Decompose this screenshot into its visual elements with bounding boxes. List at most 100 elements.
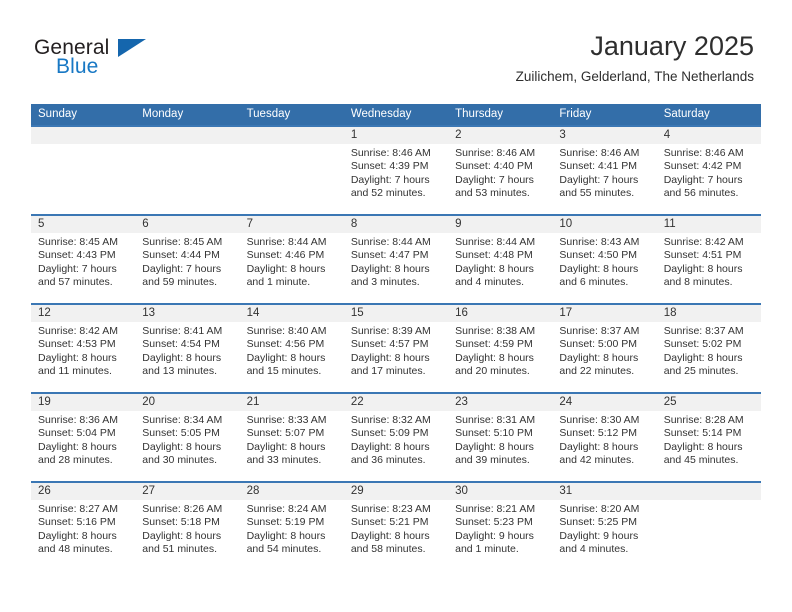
day-cell[interactable]: 17 Sunrise: 8:37 AM Sunset: 5:00 PM Dayligh… [552, 305, 657, 392]
daylight-text-line1: Daylight: 7 hours [350, 173, 430, 186]
day-details [31, 144, 135, 147]
daylight-text-line2: and 58 minutes. [350, 543, 426, 556]
day-cell[interactable]: 30 Sunrise: 8:21 AM Sunset: 5:23 PM Dayligh… [448, 483, 553, 570]
day-cell[interactable]: 24 Sunrise: 8:30 AM Sunset: 5:12 PM Dayligh… [552, 394, 657, 481]
day-cell[interactable]: 22 Sunrise: 8:32 AM Sunset: 5:09 PM Dayligh… [343, 394, 449, 481]
day-number: 27 [135, 483, 240, 500]
day-cell[interactable] [135, 127, 240, 214]
day-details: Sunrise: 8:42 AM Sunset: 4:51 PM Daylight:… [657, 233, 761, 290]
daylight-text-line1: Daylight: 8 hours [663, 440, 743, 453]
day-cell[interactable]: 11 Sunrise: 8:42 AM Sunset: 4:51 PM Dayligh… [656, 216, 761, 303]
day-cell[interactable]: 14 Sunrise: 8:40 AM Sunset: 4:56 PM Dayligh… [239, 305, 344, 392]
day-number: 26 [31, 483, 136, 500]
day-number: 11 [656, 216, 761, 233]
day-cell[interactable]: 16 Sunrise: 8:38 AM Sunset: 4:59 PM Dayligh… [448, 305, 553, 392]
day-details [240, 144, 344, 147]
daylight-text-line2: and 15 minutes. [246, 365, 322, 378]
day-cell[interactable]: 12 Sunrise: 8:42 AM Sunset: 4:53 PM Dayligh… [31, 305, 136, 392]
day-details: Sunrise: 8:23 AM Sunset: 5:21 PM Daylight:… [344, 500, 448, 557]
general-blue-logo[interactable]: General Blue [34, 36, 154, 84]
daylight-text-line2: and 42 minutes. [559, 454, 635, 467]
daylight-text-line1: Daylight: 8 hours [246, 262, 326, 275]
day-cell[interactable]: 5 Sunrise: 8:45 AM Sunset: 4:43 PM Daylight… [31, 216, 136, 303]
sunset-text: Sunset: 5:23 PM [455, 516, 533, 529]
sunrise-text: Sunrise: 8:46 AM [455, 147, 536, 159]
day-details: Sunrise: 8:46 AM Sunset: 4:40 PM Daylight:… [448, 144, 552, 201]
day-details: Sunrise: 8:44 AM Sunset: 4:48 PM Daylight:… [448, 233, 552, 290]
day-cell[interactable] [656, 483, 761, 570]
sunset-text: Sunset: 5:05 PM [142, 427, 220, 440]
daylight-text-line2: and 8 minutes. [663, 276, 733, 289]
day-details [657, 500, 761, 503]
daylight-text-line2: and 45 minutes. [663, 454, 739, 467]
sunrise-text: Sunrise: 8:42 AM [38, 325, 118, 337]
day-cell[interactable]: 25 Sunrise: 8:28 AM Sunset: 5:14 PM Dayligh… [656, 394, 761, 481]
day-details: Sunrise: 8:44 AM Sunset: 4:46 PM Daylight:… [240, 233, 344, 290]
sunset-text: Sunset: 5:19 PM [246, 516, 325, 529]
sunrise-text: Sunrise: 8:36 AM [38, 414, 118, 426]
day-cell[interactable]: 21 Sunrise: 8:33 AM Sunset: 5:07 PM Dayligh… [239, 394, 344, 481]
day-number: 7 [239, 216, 344, 233]
day-cell[interactable] [239, 127, 344, 214]
day-cell[interactable]: 28 Sunrise: 8:24 AM Sunset: 5:19 PM Dayligh… [239, 483, 344, 570]
sunrise-text: Sunrise: 8:33 AM [246, 414, 327, 426]
daylight-text-line2: and 17 minutes. [350, 365, 426, 378]
day-cell[interactable]: 15 Sunrise: 8:39 AM Sunset: 4:57 PM Dayligh… [343, 305, 449, 392]
daylight-text-line1: Daylight: 8 hours [559, 351, 639, 364]
week-row: 19 Sunrise: 8:36 AM Sunset: 5:04 PM Dayligh… [31, 392, 761, 481]
day-number: 15 [343, 305, 449, 322]
day-cell[interactable]: 27 Sunrise: 8:26 AM Sunset: 5:18 PM Dayligh… [135, 483, 240, 570]
day-number: 22 [343, 394, 449, 411]
day-cell[interactable]: 19 Sunrise: 8:36 AM Sunset: 5:04 PM Dayligh… [31, 394, 136, 481]
sunset-text: Sunset: 4:42 PM [663, 160, 742, 173]
day-details: Sunrise: 8:36 AM Sunset: 5:04 PM Daylight:… [31, 411, 135, 468]
sunset-text: Sunset: 5:10 PM [455, 427, 533, 440]
day-details: Sunrise: 8:27 AM Sunset: 5:16 PM Daylight:… [31, 500, 135, 557]
page-header: General Blue January 2025 Zuilichem, Gel… [0, 0, 792, 84]
day-details [135, 144, 239, 147]
day-number [135, 127, 240, 144]
day-cell[interactable]: 9 Sunrise: 8:44 AM Sunset: 4:48 PM Daylight… [448, 216, 553, 303]
sunset-text: Sunset: 4:48 PM [455, 249, 533, 262]
daylight-text-line1: Daylight: 8 hours [559, 440, 639, 453]
day-number: 13 [135, 305, 240, 322]
day-cell[interactable] [31, 127, 136, 214]
day-cell[interactable]: 10 Sunrise: 8:43 AM Sunset: 4:50 PM Dayligh… [552, 216, 657, 303]
day-cell[interactable]: 26 Sunrise: 8:27 AM Sunset: 5:16 PM Dayligh… [31, 483, 136, 570]
day-cell[interactable]: 18 Sunrise: 8:37 AM Sunset: 5:02 PM Dayligh… [656, 305, 761, 392]
sunset-text: Sunset: 4:44 PM [142, 249, 220, 262]
daylight-text-line1: Daylight: 7 hours [455, 173, 534, 186]
daylight-text-line2: and 59 minutes. [142, 276, 217, 289]
day-cell[interactable]: 8 Sunrise: 8:44 AM Sunset: 4:47 PM Daylight… [343, 216, 449, 303]
daylight-text-line1: Daylight: 9 hours [559, 529, 639, 542]
day-number: 29 [343, 483, 449, 500]
day-cell[interactable]: 2 Sunrise: 8:46 AM Sunset: 4:40 PM Daylight… [448, 127, 553, 214]
day-number: 25 [656, 394, 761, 411]
day-cell[interactable]: 13 Sunrise: 8:41 AM Sunset: 4:54 PM Dayligh… [135, 305, 240, 392]
day-cell[interactable]: 23 Sunrise: 8:31 AM Sunset: 5:10 PM Dayligh… [448, 394, 553, 481]
day-details: Sunrise: 8:31 AM Sunset: 5:10 PM Daylight:… [448, 411, 552, 468]
week-row: 5 Sunrise: 8:45 AM Sunset: 4:43 PM Daylight… [31, 214, 761, 303]
weekday-header-wednesday: Wednesday [350, 108, 412, 120]
day-cell[interactable]: 4 Sunrise: 8:46 AM Sunset: 4:42 PM Daylight… [656, 127, 761, 214]
daylight-text-line2: and 56 minutes. [663, 187, 739, 200]
daylight-text-line2: and 22 minutes. [559, 365, 635, 378]
day-cell[interactable]: 20 Sunrise: 8:34 AM Sunset: 5:05 PM Dayligh… [135, 394, 240, 481]
daylight-text-line2: and 51 minutes. [142, 543, 217, 556]
daylight-text-line1: Daylight: 8 hours [350, 440, 430, 453]
day-cell[interactable]: 1 Sunrise: 8:46 AM Sunset: 4:39 PM Daylight… [343, 127, 449, 214]
daylight-text-line1: Daylight: 8 hours [350, 529, 430, 542]
daylight-text-line2: and 39 minutes. [455, 454, 530, 467]
day-cell[interactable]: 7 Sunrise: 8:44 AM Sunset: 4:46 PM Daylight… [239, 216, 344, 303]
sunset-text: Sunset: 5:12 PM [559, 427, 638, 440]
day-cell[interactable]: 6 Sunrise: 8:45 AM Sunset: 4:44 PM Daylight… [135, 216, 240, 303]
day-details: Sunrise: 8:45 AM Sunset: 4:44 PM Daylight:… [135, 233, 239, 290]
daylight-text-line2: and 3 minutes. [350, 276, 420, 289]
day-cell[interactable]: 31 Sunrise: 8:20 AM Sunset: 5:25 PM Dayligh… [552, 483, 657, 570]
daylight-text-line2: and 48 minutes. [38, 543, 113, 556]
sunrise-text: Sunrise: 8:20 AM [559, 503, 640, 515]
day-cell[interactable]: 3 Sunrise: 8:46 AM Sunset: 4:41 PM Daylight… [552, 127, 657, 214]
day-cell[interactable]: 29 Sunrise: 8:23 AM Sunset: 5:21 PM Dayligh… [343, 483, 449, 570]
daylight-text-line2: and 11 minutes. [38, 365, 112, 378]
sunset-text: Sunset: 5:02 PM [663, 338, 742, 351]
